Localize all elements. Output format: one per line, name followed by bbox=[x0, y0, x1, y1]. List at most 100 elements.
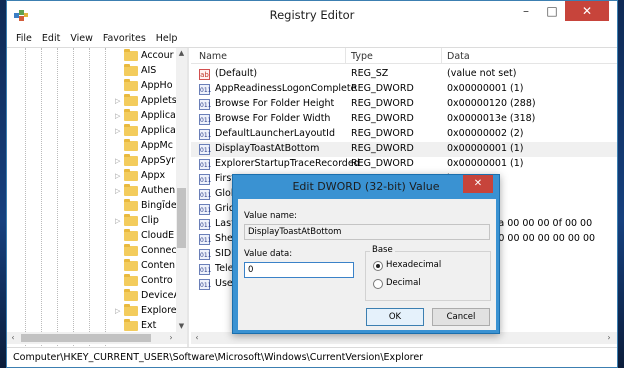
folder-icon bbox=[124, 169, 138, 181]
tree-expand-icon[interactable]: ▷ bbox=[115, 188, 121, 195]
column-header-name[interactable]: Name bbox=[199, 51, 227, 62]
title-bar[interactable]: Registry Editor – □ ✕ bbox=[7, 1, 617, 29]
tree-expand-icon[interactable]: ▷ bbox=[115, 158, 121, 165]
value-name: (Default) bbox=[215, 68, 258, 79]
value-type: REG_DWORD bbox=[351, 143, 414, 154]
scroll-left-icon[interactable]: ‹ bbox=[191, 332, 203, 344]
close-button[interactable]: ✕ bbox=[565, 1, 609, 21]
maximize-button[interactable]: □ bbox=[539, 1, 565, 21]
scroll-right-icon[interactable]: › bbox=[603, 332, 615, 344]
column-separator[interactable] bbox=[345, 48, 346, 64]
hexadecimal-radio[interactable] bbox=[373, 261, 383, 271]
scroll-left-icon[interactable]: ‹ bbox=[7, 332, 19, 344]
tree-expand-icon[interactable] bbox=[115, 203, 121, 209]
tree-item[interactable]: ▷ Appx bbox=[7, 169, 177, 184]
tree-item[interactable]: Contro bbox=[7, 274, 177, 289]
tree-item[interactable]: ▷ Applica bbox=[7, 109, 177, 124]
value-data: 0x00000001 (1) bbox=[447, 143, 524, 154]
tree-item[interactable]: ▷ Authen bbox=[7, 184, 177, 199]
value-row[interactable]: ab (Default) REG_SZ (value not set) bbox=[191, 67, 617, 82]
tree-expand-icon[interactable] bbox=[115, 278, 121, 284]
decimal-radio[interactable] bbox=[373, 279, 383, 289]
dialog-close-button[interactable]: ✕ bbox=[463, 175, 493, 193]
tree-item[interactable]: CloudE bbox=[7, 229, 177, 244]
column-header-data[interactable]: Data bbox=[447, 51, 470, 62]
tree-item-label: Authen bbox=[141, 185, 176, 196]
tree-expand-icon[interactable] bbox=[115, 248, 121, 254]
decimal-label[interactable]: Decimal bbox=[386, 278, 421, 288]
value-row[interactable]: 011 DefaultLauncherLayoutId REG_DWORD 0x000… bbox=[191, 127, 617, 142]
tree-item[interactable]: Conneci bbox=[7, 244, 179, 259]
tree-hscroll-thumb[interactable] bbox=[21, 334, 151, 342]
scroll-up-icon[interactable]: ▲ bbox=[176, 48, 187, 59]
scroll-right-icon[interactable]: › bbox=[165, 332, 177, 344]
tree-expand-icon[interactable] bbox=[115, 53, 121, 59]
tree-item[interactable]: AppHo bbox=[7, 79, 177, 94]
tree-expand-icon[interactable]: ▷ bbox=[115, 308, 121, 315]
tree-item-label: Accour bbox=[141, 50, 174, 61]
tree-vertical-scrollbar[interactable]: ▲ ▼ bbox=[176, 48, 187, 332]
tree-item-label: Applica bbox=[141, 110, 176, 121]
value-name: DefaultLauncherLayoutId bbox=[215, 128, 335, 139]
column-separator[interactable] bbox=[441, 48, 442, 64]
tree-expand-icon[interactable] bbox=[115, 83, 121, 89]
value-row[interactable]: 011 ExplorerStartupTraceRecorded REG_DWORD… bbox=[191, 157, 617, 172]
value-row[interactable]: 011 Browse For Folder Height REG_DWORD 0x00… bbox=[191, 97, 617, 112]
tree-item-label: Applets bbox=[141, 95, 177, 106]
tree-expand-icon[interactable] bbox=[115, 143, 121, 149]
tree-expand-icon[interactable]: ▷ bbox=[115, 98, 121, 105]
binary-value-icon: 011 bbox=[199, 114, 211, 125]
tree-expand-icon[interactable] bbox=[115, 263, 121, 269]
tree-item[interactable]: AppMc bbox=[7, 139, 177, 154]
minimize-button[interactable]: – bbox=[513, 1, 539, 21]
value-name-field[interactable]: DisplayToastAtBottom bbox=[244, 224, 490, 240]
tree-item[interactable]: ▷ Applets bbox=[7, 94, 177, 109]
column-header-type[interactable]: Type bbox=[351, 51, 373, 62]
folder-icon bbox=[124, 244, 138, 256]
binary-value-icon: 011 bbox=[199, 84, 211, 95]
tree-item[interactable]: Accour bbox=[7, 49, 177, 64]
menu-favorites[interactable]: Favorites bbox=[98, 33, 151, 44]
tree-expand-icon[interactable]: ▷ bbox=[115, 173, 121, 180]
status-bar: Computer\HKEY_CURRENT_USER\Software\Micr… bbox=[7, 347, 617, 367]
tree-item[interactable]: ▷ AppSyr bbox=[7, 154, 177, 169]
value-data: 0x00000001 (1) bbox=[447, 83, 524, 94]
tree-expand-icon[interactable]: ▷ bbox=[115, 113, 121, 120]
value-row[interactable]: 011 Browse For Folder Width REG_DWORD 0x000… bbox=[191, 112, 617, 127]
menu-view[interactable]: View bbox=[65, 33, 98, 44]
tree-item[interactable]: Bingīde bbox=[7, 199, 177, 214]
hexadecimal-label[interactable]: Hexadecimal bbox=[386, 260, 441, 270]
tree-item[interactable]: AIS bbox=[7, 64, 177, 79]
tree-horizontal-scrollbar[interactable]: ‹ › bbox=[7, 332, 187, 344]
cancel-button[interactable]: Cancel bbox=[432, 308, 490, 326]
value-name: DisplayToastAtBottom bbox=[215, 143, 320, 154]
tree-expand-icon[interactable]: ▷ bbox=[115, 128, 121, 135]
tree-expand-icon[interactable] bbox=[115, 68, 121, 74]
value-data-input[interactable]: 0 bbox=[244, 262, 354, 278]
menu-help[interactable]: Help bbox=[151, 33, 183, 44]
value-type: REG_DWORD bbox=[351, 113, 414, 124]
tree-expand-icon[interactable] bbox=[115, 293, 121, 299]
key-tree-pane: Accour AIS AppHo ▷ Applets ▷ Applica ▷ Appl… bbox=[7, 48, 189, 348]
ok-button[interactable]: OK bbox=[366, 308, 424, 326]
tree-item-selected[interactable]: ▷ Explore bbox=[7, 304, 177, 319]
folder-icon bbox=[124, 289, 138, 301]
tree-expand-icon[interactable]: ▷ bbox=[115, 218, 121, 225]
tree-item[interactable]: ▷ Applica bbox=[7, 124, 177, 139]
tree-expand-icon[interactable] bbox=[115, 323, 121, 329]
value-row[interactable]: 011 AppReadinessLogonComplete REG_DWORD 0x0… bbox=[191, 82, 617, 97]
menu-edit[interactable]: Edit bbox=[37, 33, 65, 44]
tree-scroll-thumb[interactable] bbox=[177, 188, 186, 248]
tree-item[interactable]: DeviceA bbox=[7, 289, 180, 304]
tree-expand-icon[interactable] bbox=[115, 233, 121, 239]
folder-icon bbox=[124, 49, 138, 61]
menu-file[interactable]: File bbox=[11, 33, 37, 44]
value-row-selected[interactable]: 011 DisplayToastAtBottom REG_DWORD 0x000000… bbox=[191, 142, 617, 157]
tree-item-label: AppSyr bbox=[141, 155, 176, 166]
tree-item[interactable]: Conten bbox=[7, 259, 177, 274]
value-data: 0x00000120 (288) bbox=[447, 98, 536, 109]
binary-value-icon: 011 bbox=[199, 234, 211, 245]
tree-item[interactable]: ▷ Clip bbox=[7, 214, 177, 229]
scroll-down-icon[interactable]: ▼ bbox=[176, 321, 187, 332]
folder-icon bbox=[124, 229, 138, 241]
